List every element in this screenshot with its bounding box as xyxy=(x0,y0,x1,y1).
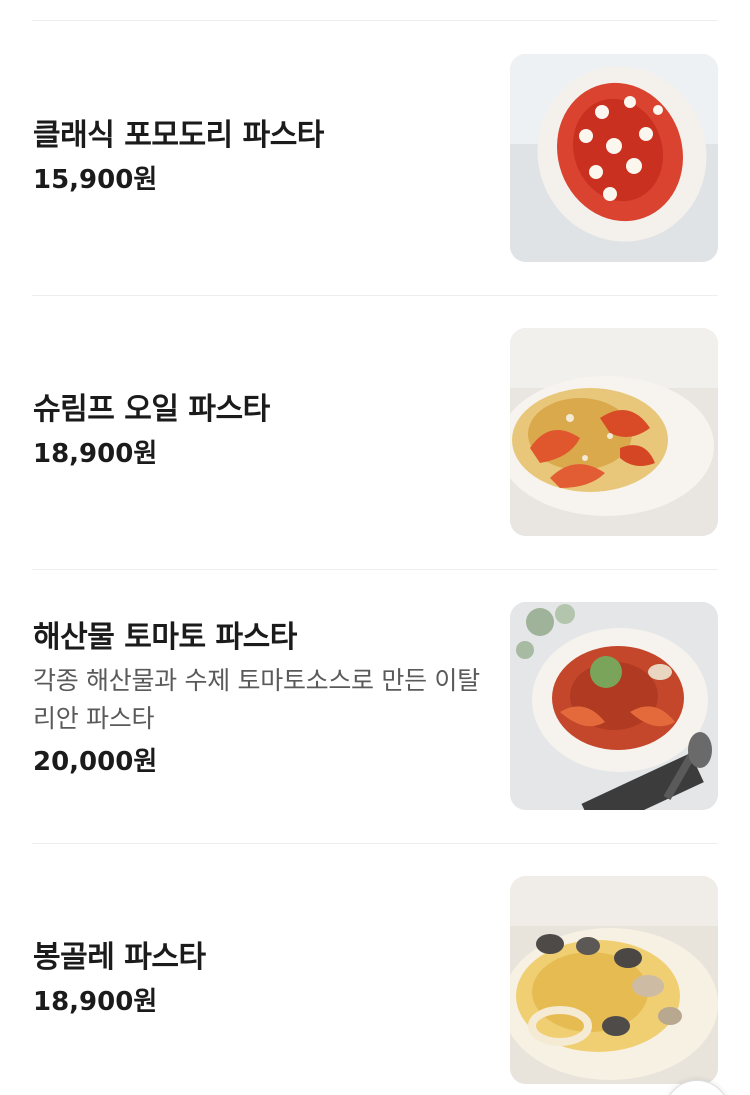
menu-item-text: 해산물 토마토 파스타 각종 해산물과 수제 토마토소스로 만든 이탈리안 파스… xyxy=(33,618,483,780)
menu-item-price: 18,900원 xyxy=(33,439,158,469)
vongole-pasta-illustration xyxy=(510,876,718,1084)
tomato-pasta-photo[interactable] xyxy=(510,54,718,262)
menu-item-text: 봉골레 파스타 18,900원 xyxy=(33,938,483,1020)
divider xyxy=(32,295,718,296)
menu-item-seafood-tomato[interactable]: 해산물 토마토 파스타 각종 해산물과 수제 토마토소스로 만든 이탈리안 파스… xyxy=(0,602,750,810)
seafood-pasta-photo[interactable] xyxy=(510,602,718,810)
menu-item-classic-pomodoro[interactable]: 클래식 포모도리 파스타 15,900원 xyxy=(0,54,750,262)
menu-item-price: 15,900원 xyxy=(33,165,158,195)
divider xyxy=(32,843,718,844)
menu-item-vongole[interactable]: 봉골레 파스타 18,900원 xyxy=(0,876,750,1084)
menu-item-description: 각종 해산물과 수제 토마토소스로 만든 이탈리안 파스타 xyxy=(33,666,480,733)
menu-item-name: 클래식 포모도리 파스타 xyxy=(33,118,324,153)
menu-item-name: 슈림프 오일 파스타 xyxy=(33,392,270,427)
seafood-pasta-illustration xyxy=(510,602,718,810)
menu-item-name: 해산물 토마토 파스타 xyxy=(33,620,297,655)
divider xyxy=(32,20,718,21)
divider xyxy=(32,569,718,570)
tomato-pasta-illustration xyxy=(510,54,718,262)
menu-item-price: 18,900원 xyxy=(33,987,158,1017)
menu-item-price: 20,000원 xyxy=(33,747,158,777)
menu-item-text: 클래식 포모도리 파스타 15,900원 xyxy=(33,116,483,198)
shrimp-pasta-illustration xyxy=(510,328,718,536)
menu-item-text: 슈림프 오일 파스타 18,900원 xyxy=(33,390,483,472)
vongole-pasta-photo[interactable] xyxy=(510,876,718,1084)
menu-item-name: 봉골레 파스타 xyxy=(33,940,206,975)
menu-list: 클래식 포모도리 파스타 15,900원 슈림프 오일 파스타 18,900원 … xyxy=(0,0,750,1095)
shrimp-pasta-photo[interactable] xyxy=(510,328,718,536)
menu-item-shrimp-oil[interactable]: 슈림프 오일 파스타 18,900원 xyxy=(0,328,750,536)
